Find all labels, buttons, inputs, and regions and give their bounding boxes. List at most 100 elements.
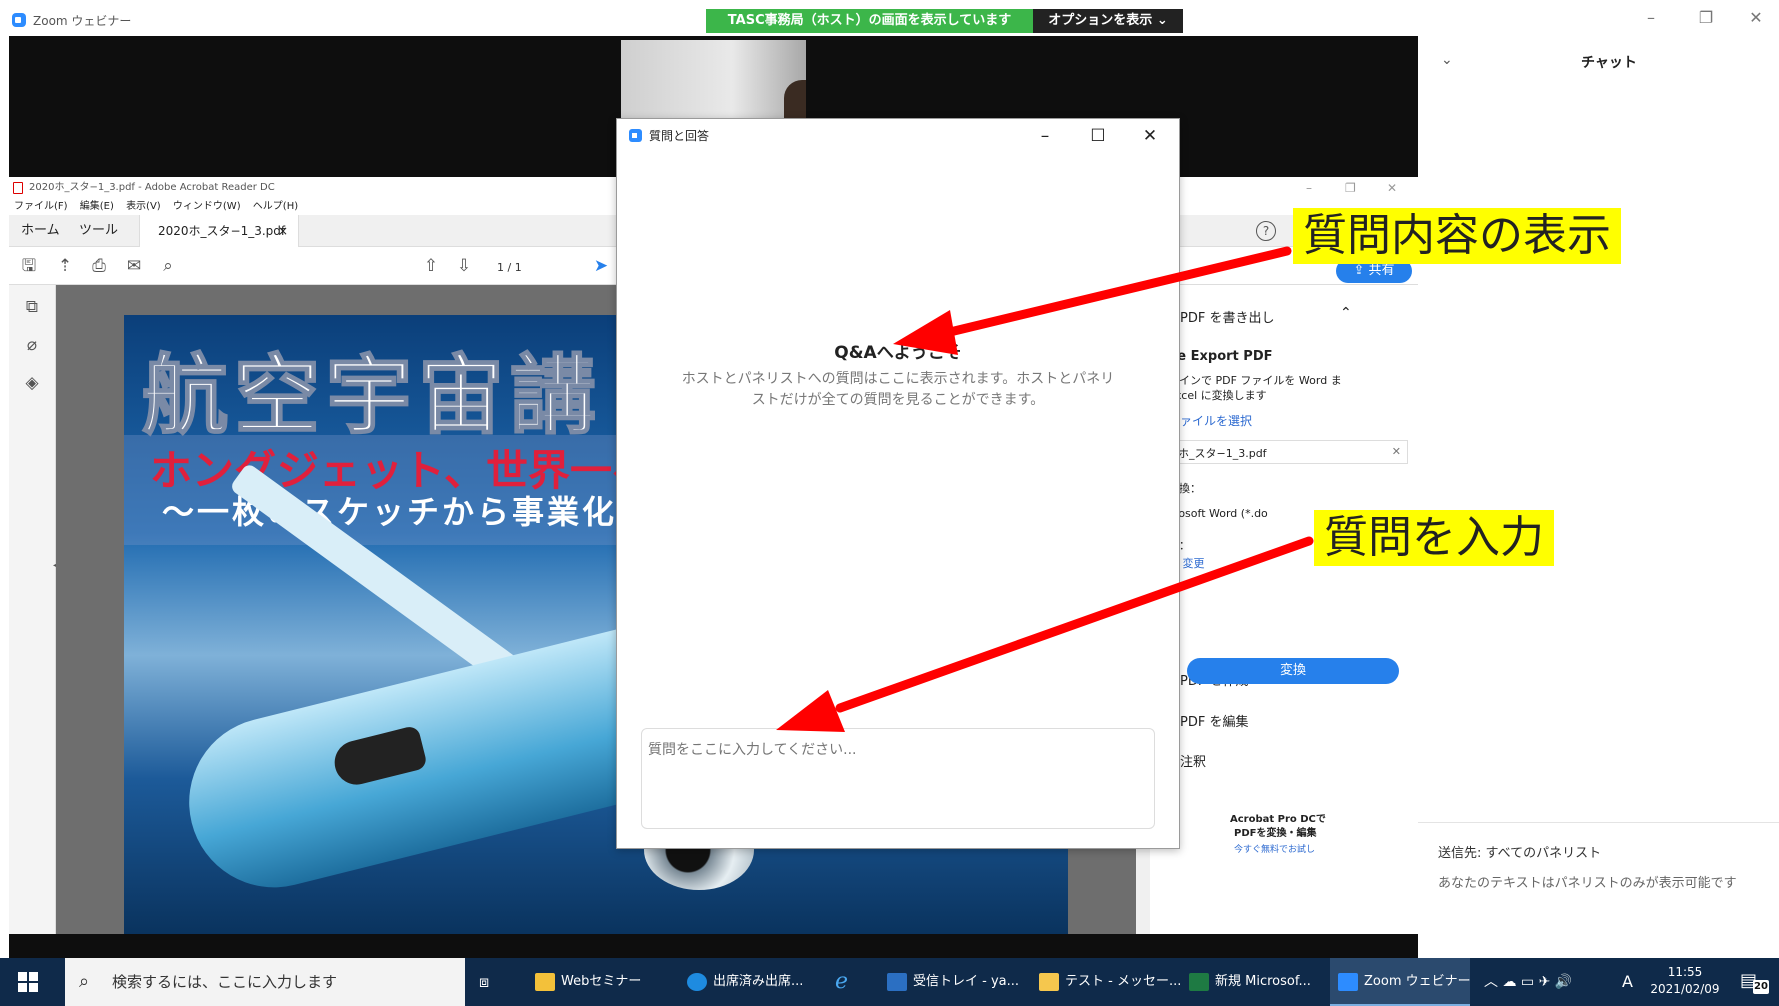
windows-taskbar: ⌕ 検索するには、ここに入力します ⧈ Webセミナー 出席済み出席... ℯ … [0,958,1779,1006]
acrobat-close-icon: ✕ [1387,181,1398,195]
promo-line-1: Acrobat Pro DCで [1230,814,1326,825]
ime-indicator[interactable]: A [1622,958,1633,1006]
expand-chevron-icon: ⌃ [1340,305,1352,321]
minimize-icon[interactable]: – [1025,121,1065,151]
menu-edit: 編集(E) [79,201,114,212]
convert-button: 変換 [1187,658,1399,684]
close-icon[interactable]: ✕ [1742,8,1770,28]
taskbar-item-label: 受信トレイ - ya... [913,974,1020,989]
help-icon: ? [1256,221,1276,241]
acrobat-left-rail: ⧉ ⌀ ◈ ◀ [9,285,61,934]
view-options-button[interactable]: オプションを表示 ⌄ [1033,9,1183,33]
taskbar-item-outlook[interactable]: 受信トレイ - ya... [887,958,1019,1006]
chat-collapse-icon[interactable]: ⌄ [1441,52,1453,68]
annotation-display-label: 質問内容の表示 [1293,208,1621,264]
page-total: / 1 [507,261,522,274]
zoom-app-icon [1338,972,1358,991]
acrobat-minimize-icon: – [1306,181,1312,195]
excel-icon [1189,972,1209,991]
edit-pdf-item: PDF を編集 [1180,715,1249,730]
notification-icon[interactable]: ▤ 20 [1740,970,1769,994]
taskbar-item-label: 新規 Microsof... [1215,974,1311,989]
export-desc-1: ラインで PDF ファイルを Word ま [1168,374,1342,387]
chat-title: チャット [1581,55,1637,71]
chat-send-to[interactable]: 送信先: すべてのパネリスト [1438,842,1601,861]
taskbar-item-edge[interactable]: 出席済み出席... [687,958,803,1006]
question-input[interactable] [641,728,1155,829]
export-title: be Export PDF [1168,349,1273,364]
taskbar-item-label: Zoom ウェビナー [1364,974,1471,989]
tab-document-label: 2020ホ_スタ−1_3.pdf [158,224,286,238]
mail-icon: ✉ [126,256,142,276]
upload-icon: ⇡ [57,256,73,276]
clock[interactable]: 11:55 2021/02/09 [1650,964,1720,998]
file-name: 0ホ_スタ−1_3.pdf [1171,447,1267,460]
taskbar-item-webseminar[interactable]: Webセミナー [535,958,641,1006]
annotation-input-label: 質問を入力 [1314,510,1554,566]
clear-file-icon: ✕ [1391,445,1401,458]
taskbar-item-label: 出席済み出席... [713,974,804,989]
notification-count: 20 [1753,980,1769,994]
ie-icon[interactable]: ℯ [835,958,848,1006]
file-name-field: 0ホ_スタ−1_3.pdf ✕ [1168,440,1408,464]
chat-note: あなたのテキストはパネリストのみが表示可能です [1438,876,1737,891]
page-number: 1 / 1 [497,261,522,274]
edge-icon [687,972,707,991]
menu-view: 表示(V) [126,201,161,212]
tab-close-icon: × [277,224,288,238]
page-current: 1 [497,261,504,274]
menu-file: ファイル(F) [14,201,68,212]
qa-dialog-title: 質問と回答 [649,129,710,143]
qa-welcome-heading: Q&Aへようこそ [834,343,962,363]
pdf-icon [13,182,23,194]
window-title: Zoom ウェビナー [33,14,132,28]
minimize-icon[interactable]: – [1637,8,1665,28]
promo-line-2: PDFを変換・編集 [1234,828,1317,839]
folder-icon [535,972,555,991]
export-desc-2: Excel に変換します [1168,389,1267,402]
taskbar-search[interactable]: ⌕ 検索するには、ここに入力します [65,958,465,1006]
chat-panel: ⌄ チャット 送信先: すべてのパネリスト あなたのテキストはパネリストのみが表… [1418,36,1779,958]
pages-icon: ⧉ [25,297,39,317]
menu-window: ウィンドウ(W) [172,201,241,212]
qa-description: ホストとパネリストへの質問はここに表示されます。ホストとパネリストだけが全ての質… [681,371,1115,408]
search-icon: ⌕ [79,971,90,992]
taskbar-item-zoom[interactable]: Zoom ウェビナー [1330,958,1471,1006]
close-icon[interactable]: ✕ [1130,121,1170,151]
zoom-logo-icon [12,13,26,27]
tab-tools: ツール [79,223,119,238]
zoom-search-icon: ⌕ [163,256,173,276]
windows-start-icon[interactable] [18,972,38,992]
share-bottom-bar [9,934,1418,958]
page-down-icon: ⇩ [456,256,472,276]
tab-home: ホーム [21,223,60,238]
acrobat-restore-icon: ❐ [1345,181,1356,195]
tab-document: 2020ホ_スタ−1_3.pdf × [139,215,299,247]
print-icon: ⎙ [92,256,106,276]
screen-share-banner: TASC事務局（ホスト）の画面を表示しています [706,9,1033,33]
task-view-icon[interactable]: ⧈ [479,958,489,1006]
zoom-logo-icon [629,129,642,142]
tray-tray-icons[interactable]: ︿ ☁ ▭ ✈ 🔊 [1484,958,1572,1006]
taskbar-item-message[interactable]: テスト - メッセー... [1039,958,1181,1006]
chevron-down-icon: ⌄ [1156,13,1168,28]
qa-dialog: 質問と回答 – ☐ ✕ Q&Aへようこそ ホストとパネリストへの質問はここに表示… [616,118,1180,849]
zoom-title-bar: Zoom ウェビナー TASC事務局（ホスト）の画面を表示しています オプション… [0,0,1779,36]
share-icon: ⇪ [1353,263,1369,278]
save-icon: 🖫 [21,256,37,276]
maximize-icon[interactable]: ☐ [1078,121,1118,151]
outlook-icon [887,972,907,991]
language-change-link: 変更 [1182,557,1205,570]
taskbar-item-excel[interactable]: 新規 Microsof... [1189,958,1311,1006]
acrobat-tools-pane: PDF を書き出し ⌃ be Export PDF ラインで PDF ファイルを… [1150,285,1418,934]
clock-time: 11:55 [1667,965,1703,979]
restore-icon[interactable]: ❐ [1692,8,1720,28]
view-options-label: オプションを表示 [1048,13,1153,28]
taskbar-item-label: テスト - メッセー... [1065,974,1182,989]
choose-file-link: ファイルを選択 [1168,414,1253,428]
acrobat-title: 2020ホ_スタ−1_3.pdf - Adobe Acrobat Reader … [29,182,275,193]
export-pdf-header: PDF を書き出し [1180,311,1275,326]
layers-icon: ◈ [25,373,39,393]
clock-date: 2021/02/09 [1650,982,1720,996]
comment-item: 注釈 [1180,755,1207,770]
